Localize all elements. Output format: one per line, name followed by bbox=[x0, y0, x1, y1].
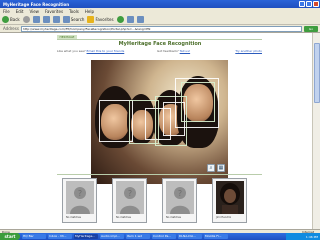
match-card[interactable]: Jimi Hendrix bbox=[212, 178, 247, 223]
menu-file[interactable]: File bbox=[3, 9, 10, 14]
history-icon bbox=[116, 16, 124, 23]
share-prefix: Like what you see? bbox=[57, 49, 86, 53]
email-friends-link[interactable]: Email this to your friends bbox=[87, 49, 125, 53]
favorites-label: Favorites bbox=[95, 17, 114, 22]
address-input[interactable]: http://www.myheritage.com/FP/Company/Fac… bbox=[20, 25, 302, 32]
silhouette-placeholder: ? bbox=[166, 181, 194, 214]
divider bbox=[57, 174, 262, 175]
feedback-link[interactable]: Tell us! bbox=[180, 49, 190, 53]
vertical-scrollbar[interactable] bbox=[312, 33, 320, 229]
taskbar-item[interactable]: Item 1.wd bbox=[126, 234, 150, 239]
search-icon bbox=[62, 16, 70, 23]
stop-button[interactable] bbox=[32, 16, 40, 23]
share-text: Like what you see? Email this to your fr… bbox=[57, 49, 124, 53]
menu-bar: File Edit View Favorites Tools Help bbox=[0, 8, 320, 15]
favorites-button[interactable]: Favorites bbox=[87, 16, 114, 23]
taskbar-item[interactable]: Control Pa... bbox=[152, 234, 176, 239]
svg-text:?: ? bbox=[78, 189, 82, 198]
divider bbox=[57, 39, 262, 40]
star-icon bbox=[87, 16, 95, 23]
taskbar-item[interactable]: Inbox - Mi... bbox=[48, 234, 72, 239]
photo-controls: ⌕ ▦ bbox=[207, 164, 225, 172]
menu-view[interactable]: View bbox=[29, 9, 39, 14]
print-button[interactable] bbox=[136, 16, 144, 23]
search-label: Search bbox=[70, 17, 85, 22]
silhouette-icon: ? bbox=[116, 181, 144, 214]
silhouette-placeholder: ? bbox=[116, 181, 144, 214]
forward-arrow-icon bbox=[22, 16, 30, 23]
zoom-button[interactable]: ⌕ bbox=[207, 164, 215, 172]
match-caption: No matches bbox=[166, 216, 181, 219]
silhouette-icon: ? bbox=[66, 181, 94, 214]
magnifier-icon: ⌕ bbox=[209, 165, 213, 171]
back-button[interactable]: Back bbox=[2, 16, 20, 23]
match-caption: No matches bbox=[116, 216, 131, 219]
celebrity-portrait-icon bbox=[216, 181, 244, 214]
home-icon bbox=[52, 16, 60, 23]
scroll-thumb[interactable] bbox=[314, 43, 320, 103]
go-button[interactable]: Go bbox=[304, 25, 318, 32]
svg-text:?: ? bbox=[178, 189, 182, 198]
refresh-icon bbox=[42, 16, 50, 23]
celebrity-photo bbox=[216, 181, 244, 214]
silhouette-placeholder: ? bbox=[66, 181, 94, 214]
close-button[interactable] bbox=[313, 1, 319, 7]
maximize-button[interactable] bbox=[306, 1, 312, 7]
page-viewport: HERITAGE MyHeritage Face Recognition Lik… bbox=[0, 33, 312, 229]
fit-button[interactable]: ▦ bbox=[217, 164, 225, 172]
window-title: MyHeritage Face Recognition bbox=[3, 1, 70, 7]
browser-toolbar: Back Search Favorites bbox=[0, 15, 320, 25]
mail-button[interactable] bbox=[126, 16, 134, 23]
taskbar-item[interactable]: DLNA-DLI... bbox=[178, 234, 202, 239]
feedback-text: Got feedback? Tell us! bbox=[157, 49, 190, 53]
history-button[interactable] bbox=[116, 16, 124, 23]
stop-icon bbox=[32, 16, 40, 23]
feedback-prefix: Got feedback? bbox=[157, 49, 179, 53]
system-tray: 1:46 PM bbox=[286, 233, 320, 240]
window-titlebar: MyHeritage Face Recognition bbox=[0, 0, 320, 8]
minimize-button[interactable] bbox=[299, 1, 305, 7]
taskbar-item[interactable]: Audio impl... bbox=[100, 234, 124, 239]
start-button[interactable]: start bbox=[0, 233, 20, 240]
menu-tools[interactable]: Tools bbox=[69, 9, 79, 14]
taskbar-item[interactable]: Mozilla Fi... bbox=[204, 234, 228, 239]
taskbar-item[interactable]: MyHeritage... bbox=[74, 234, 98, 239]
svg-text:?: ? bbox=[128, 189, 132, 198]
match-card[interactable]: ? No matches bbox=[112, 178, 147, 223]
face-detection-box[interactable] bbox=[99, 100, 133, 142]
menu-favorites[interactable]: Favorites bbox=[45, 9, 63, 14]
match-card[interactable]: ? No matches bbox=[162, 178, 197, 223]
match-card[interactable]: ? No matches bbox=[62, 178, 97, 223]
taskbar: start HQ Bar Inbox - Mi... MyHeritage...… bbox=[0, 233, 320, 240]
address-label: Address bbox=[3, 26, 19, 31]
menu-help[interactable]: Help bbox=[85, 9, 94, 14]
taskbar-item[interactable]: HQ Bar bbox=[22, 234, 46, 239]
subhead: Like what you see? Email this to your fr… bbox=[57, 49, 262, 54]
try-another-photo-link[interactable]: Try another photo bbox=[235, 49, 262, 53]
window-controls bbox=[299, 1, 320, 7]
match-caption: Jimi Hendrix bbox=[216, 216, 232, 219]
grid-icon: ▦ bbox=[218, 165, 224, 171]
back-label: Back bbox=[10, 17, 20, 22]
back-arrow-icon bbox=[2, 16, 9, 23]
menu-edit[interactable]: Edit bbox=[16, 9, 24, 14]
face-detection-box[interactable] bbox=[181, 82, 215, 122]
silhouette-icon: ? bbox=[166, 181, 194, 214]
page-title: MyHeritage Face Recognition bbox=[118, 41, 202, 47]
mail-icon bbox=[126, 16, 134, 23]
match-caption: No matches bbox=[66, 216, 81, 219]
clock: 1:46 PM bbox=[305, 234, 318, 239]
forward-button[interactable] bbox=[22, 16, 30, 23]
address-bar: Address http://www.myheritage.com/FP/Com… bbox=[0, 25, 320, 33]
refresh-button[interactable] bbox=[42, 16, 50, 23]
home-button[interactable] bbox=[52, 16, 60, 23]
search-button[interactable]: Search bbox=[62, 16, 85, 23]
print-icon bbox=[136, 16, 144, 23]
